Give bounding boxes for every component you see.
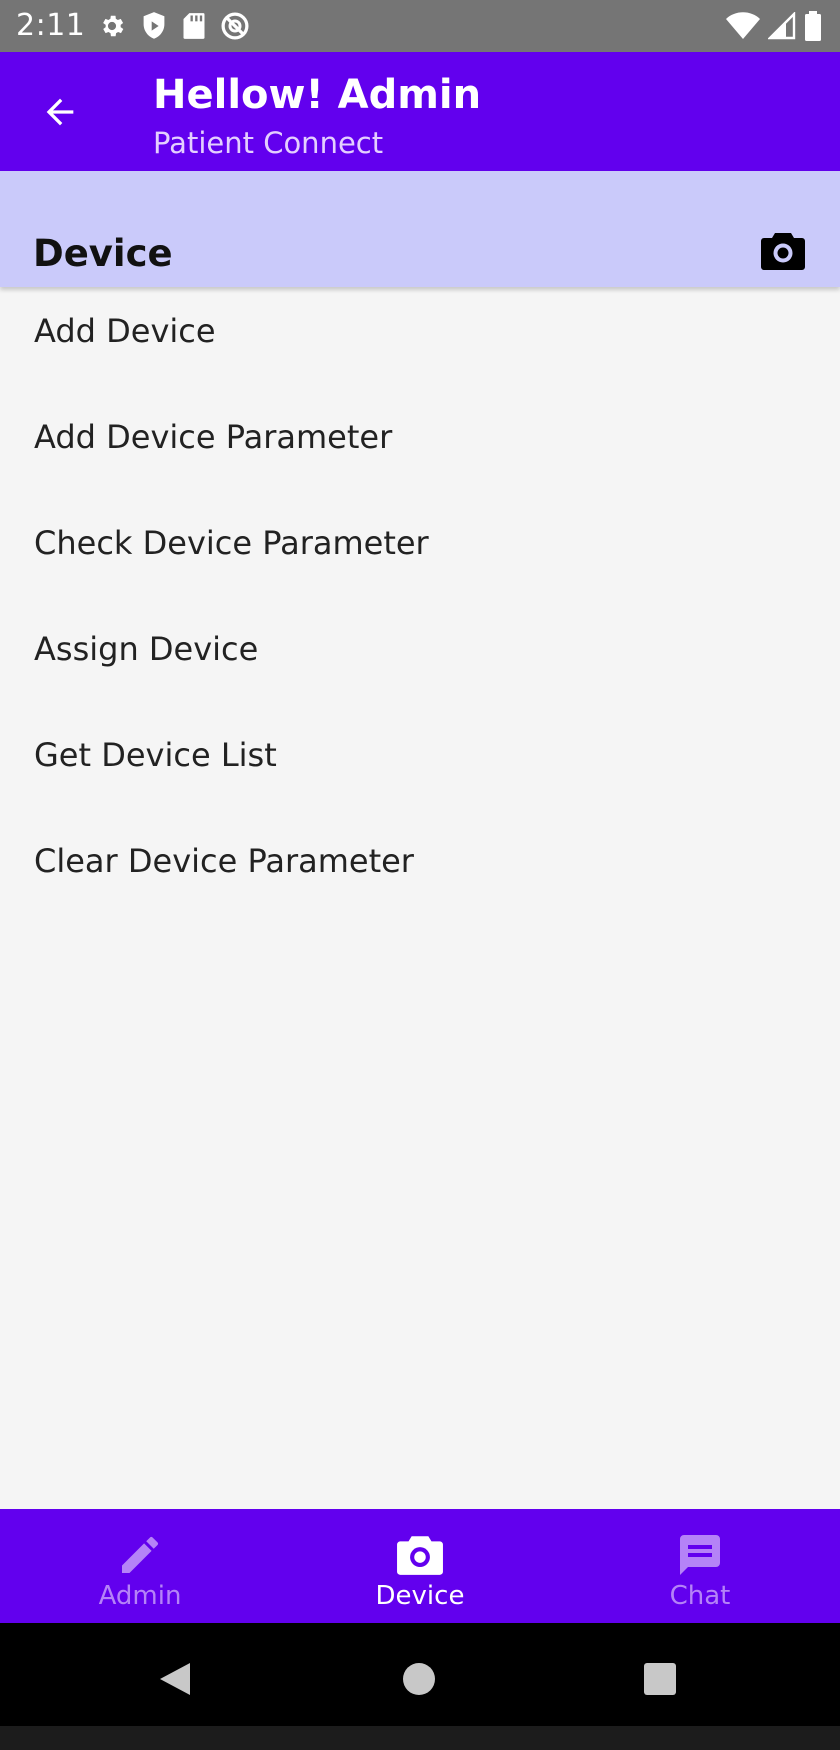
device-screen: 2:11 Hellow! Admin Patient Connect Devic… <box>0 0 840 1750</box>
home-circle-icon <box>402 1662 436 1700</box>
menu-item-check-device-parameter[interactable]: Check Device Parameter <box>0 490 840 596</box>
menu-item-clear-device-parameter[interactable]: Clear Device Parameter <box>0 808 840 914</box>
bottom-navigation: Admin Device Chat <box>0 1509 840 1623</box>
app-subtitle: Patient Connect <box>153 126 384 160</box>
pencil-icon <box>116 1531 164 1579</box>
app-title: Hellow! Admin <box>153 72 482 118</box>
nav-label-device: Device <box>375 1581 465 1611</box>
recents-square-icon <box>643 1662 677 1700</box>
arrow-back-icon <box>40 92 80 136</box>
nav-item-admin[interactable]: Admin <box>0 1509 280 1623</box>
signal-icon <box>768 12 796 40</box>
gesture-strip <box>0 1726 840 1750</box>
camera-icon <box>760 233 806 275</box>
nav-item-chat[interactable]: Chat <box>560 1509 840 1623</box>
section-header: Device <box>0 171 840 287</box>
status-bar: 2:11 <box>0 0 840 52</box>
chat-icon <box>676 1531 724 1579</box>
back-button[interactable] <box>28 82 92 146</box>
device-menu-list: Add Device Add Device Parameter Check De… <box>0 288 840 914</box>
camera-icon <box>396 1531 444 1579</box>
nav-label-chat: Chat <box>669 1581 731 1611</box>
no-sync-icon <box>220 11 250 41</box>
app-bar: Hellow! Admin Patient Connect <box>0 52 840 171</box>
status-icons-left <box>98 10 250 42</box>
menu-item-assign-device[interactable]: Assign Device <box>0 596 840 702</box>
section-title: Device <box>33 232 173 275</box>
sd-card-icon <box>182 12 206 40</box>
battery-icon <box>804 11 822 41</box>
nav-label-admin: Admin <box>98 1581 182 1611</box>
status-time: 2:11 <box>16 8 86 43</box>
menu-item-add-device-parameter[interactable]: Add Device Parameter <box>0 384 840 490</box>
menu-item-add-device[interactable]: Add Device <box>0 278 840 384</box>
system-recents-button[interactable] <box>628 1649 692 1713</box>
camera-button[interactable] <box>760 231 806 271</box>
status-icons-right <box>726 10 822 42</box>
gear-icon <box>98 12 126 40</box>
system-back-button[interactable] <box>143 1649 207 1713</box>
system-home-button[interactable] <box>387 1649 451 1713</box>
nav-item-device[interactable]: Device <box>280 1509 560 1623</box>
menu-item-get-device-list[interactable]: Get Device List <box>0 702 840 808</box>
wifi-icon <box>726 12 760 40</box>
back-triangle-icon <box>158 1661 192 1701</box>
system-navigation-bar <box>0 1623 840 1750</box>
shield-icon <box>140 11 168 41</box>
